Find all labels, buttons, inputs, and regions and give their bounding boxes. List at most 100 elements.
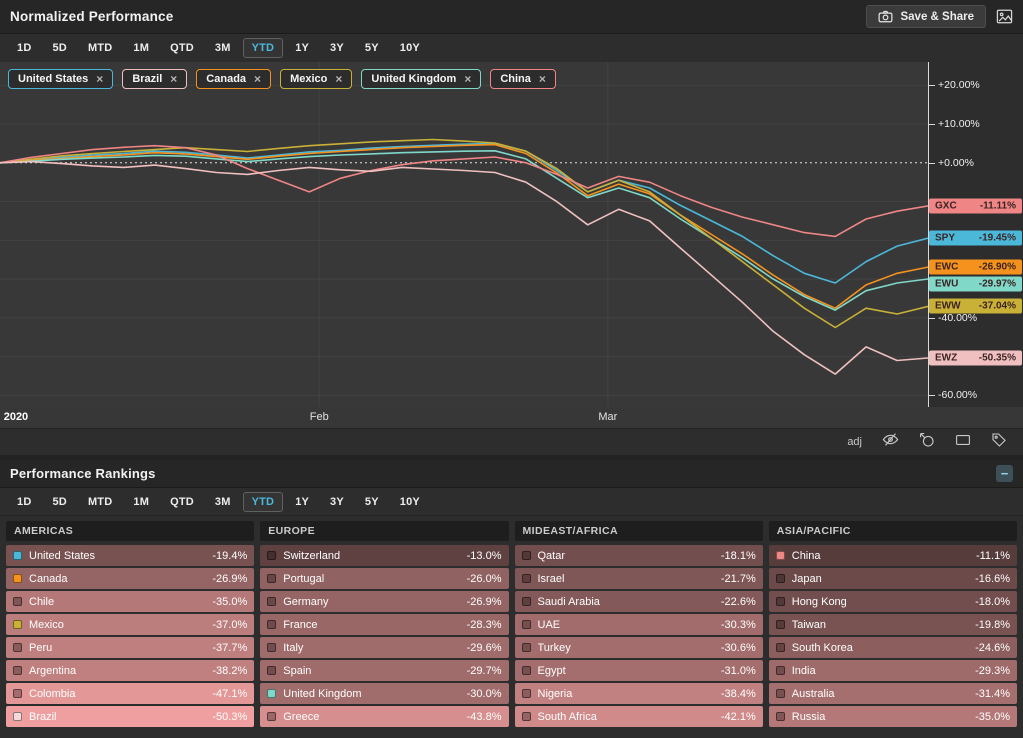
rankings-column-mideast-africa: MIDEAST/AFRICA Qatar-18.1%Israel-21.7%Sau…	[515, 521, 763, 729]
ranking-row[interactable]: South Korea-24.6%	[769, 637, 1017, 658]
ranking-row[interactable]: Egypt-31.0%	[515, 660, 763, 681]
country-name: South Korea	[792, 642, 975, 654]
country-return: -19.8%	[975, 619, 1010, 631]
range-tab-5d[interactable]: 5D	[43, 492, 75, 512]
ranking-row[interactable]: Portugal-26.0%	[260, 568, 508, 589]
range-tab-3m[interactable]: 3M	[206, 38, 240, 58]
range-tab-3m[interactable]: 3M	[206, 492, 240, 512]
heat-swatch	[522, 712, 531, 721]
range-tab-1y[interactable]: 1Y	[286, 492, 318, 512]
chip-close-icon[interactable]: ×	[539, 73, 546, 85]
range-tab-1d[interactable]: 1D	[8, 492, 40, 512]
ranking-row[interactable]: Argentina-38.2%	[6, 660, 254, 681]
ranking-row[interactable]: Colombia-47.1%	[6, 683, 254, 704]
hide-events-button[interactable]	[882, 432, 899, 452]
range-tab-10y[interactable]: 10Y	[391, 492, 429, 512]
chip-label: Mexico	[290, 73, 327, 85]
range-tab-5y[interactable]: 5Y	[356, 492, 388, 512]
ticker-chip[interactable]: Mexico ×	[280, 69, 352, 89]
rankings-range-tabs: 1D5DMTD1MQTD3MYTD1Y3Y5Y10Y	[0, 488, 1023, 516]
range-tab-1m[interactable]: 1M	[124, 492, 158, 512]
range-tab-ytd[interactable]: YTD	[243, 38, 284, 58]
range-tab-5y[interactable]: 5Y	[356, 38, 388, 58]
chip-close-icon[interactable]: ×	[254, 73, 261, 85]
ticker-chip[interactable]: Canada×	[196, 69, 271, 89]
ranking-row[interactable]: Turkey-30.6%	[515, 637, 763, 658]
chip-close-icon[interactable]: ×	[464, 73, 471, 85]
range-tab-1y[interactable]: 1Y	[286, 38, 318, 58]
range-tab-5d[interactable]: 5D	[43, 38, 75, 58]
range-tab-mtd[interactable]: MTD	[79, 492, 121, 512]
country-name: France	[283, 619, 466, 631]
ticker-chip[interactable]: China×	[490, 69, 556, 89]
range-tab-ytd[interactable]: YTD	[243, 492, 284, 512]
heat-swatch	[267, 712, 276, 721]
ranking-row[interactable]: Germany-26.9%	[260, 591, 508, 612]
annotation-tool-button[interactable]	[919, 432, 935, 453]
ranking-row[interactable]: Saudi Arabia-22.6%	[515, 591, 763, 612]
ranking-row[interactable]: United Kingdom-30.0%	[260, 683, 508, 704]
heat-swatch	[776, 574, 785, 583]
ranking-row[interactable]: South Africa-42.1%	[515, 706, 763, 727]
ranking-row[interactable]: Chile-35.0%	[6, 591, 254, 612]
range-tab-3y[interactable]: 3Y	[321, 492, 353, 512]
ticker-chip[interactable]: Brazil×	[122, 69, 187, 89]
ranking-row[interactable]: Nigeria-38.4%	[515, 683, 763, 704]
ranking-row[interactable]: Hong Kong-18.0%	[769, 591, 1017, 612]
range-tab-1m[interactable]: 1M	[124, 38, 158, 58]
chip-close-icon[interactable]: ×	[335, 73, 342, 85]
ranking-row[interactable]: Peru-37.7%	[6, 637, 254, 658]
range-tab-mtd[interactable]: MTD	[79, 38, 121, 58]
country-name: Argentina	[29, 665, 212, 677]
heat-swatch	[776, 643, 785, 652]
range-tab-1d[interactable]: 1D	[8, 38, 40, 58]
collapse-panel-button[interactable]: −	[996, 465, 1013, 482]
ranking-row[interactable]: Spain-29.7%	[260, 660, 508, 681]
country-return: -30.3%	[721, 619, 756, 631]
save-share-button[interactable]: Save & Share	[866, 5, 986, 28]
labels-toggle-button[interactable]	[991, 432, 1007, 453]
range-tab-3y[interactable]: 3Y	[321, 38, 353, 58]
ranking-row[interactable]: Brazil-50.3%	[6, 706, 254, 727]
export-image-button[interactable]	[996, 9, 1013, 24]
country-return: -13.0%	[467, 550, 502, 562]
country-name: United States	[29, 550, 212, 562]
range-tab-qtd[interactable]: QTD	[161, 38, 203, 58]
country-name: Hong Kong	[792, 596, 975, 608]
ranking-row[interactable]: Australia-31.4%	[769, 683, 1017, 704]
country-return: -22.6%	[721, 596, 756, 608]
ranking-row[interactable]: United States-19.4%	[6, 545, 254, 566]
ranking-row[interactable]: Mexico-37.0%	[6, 614, 254, 635]
country-name: Israel	[538, 573, 721, 585]
ranking-row[interactable]: Italy-29.6%	[260, 637, 508, 658]
chip-close-icon[interactable]: ×	[170, 73, 177, 85]
ranking-row[interactable]: China-11.1%	[769, 545, 1017, 566]
country-name: Turkey	[538, 642, 721, 654]
country-name: India	[792, 665, 975, 677]
country-return: -30.6%	[721, 642, 756, 654]
chart-range-tabs: 1D5DMTD1MQTD3MYTD1Y3Y5Y10Y	[0, 34, 1023, 62]
range-tab-qtd[interactable]: QTD	[161, 492, 203, 512]
country-name: Switzerland	[283, 550, 466, 562]
column-header: MIDEAST/AFRICA	[515, 521, 763, 541]
range-tab-10y[interactable]: 10Y	[391, 38, 429, 58]
ranking-row[interactable]: UAE-30.3%	[515, 614, 763, 635]
ranking-row[interactable]: France-28.3%	[260, 614, 508, 635]
heat-swatch	[13, 689, 22, 698]
performance-chart[interactable]	[0, 62, 928, 407]
ticker-chip[interactable]: United States×	[8, 69, 113, 89]
ranking-row[interactable]: Russia-35.0%	[769, 706, 1017, 727]
ranking-row[interactable]: Greece-43.8%	[260, 706, 508, 727]
adjusted-toggle[interactable]: adj	[847, 436, 862, 448]
chip-close-icon[interactable]: ×	[96, 73, 103, 85]
ranking-row[interactable]: Canada-26.9%	[6, 568, 254, 589]
ranking-row[interactable]: Japan-16.6%	[769, 568, 1017, 589]
ranking-row[interactable]: India-29.3%	[769, 660, 1017, 681]
ranking-row[interactable]: Israel-21.7%	[515, 568, 763, 589]
ticker-chip[interactable]: United Kingdom×	[361, 69, 481, 89]
series-line-spy	[0, 143, 928, 283]
ranking-row[interactable]: Qatar-18.1%	[515, 545, 763, 566]
ranking-row[interactable]: Switzerland-13.0%	[260, 545, 508, 566]
ranking-row[interactable]: Taiwan-19.8%	[769, 614, 1017, 635]
region-select-button[interactable]	[955, 433, 971, 452]
